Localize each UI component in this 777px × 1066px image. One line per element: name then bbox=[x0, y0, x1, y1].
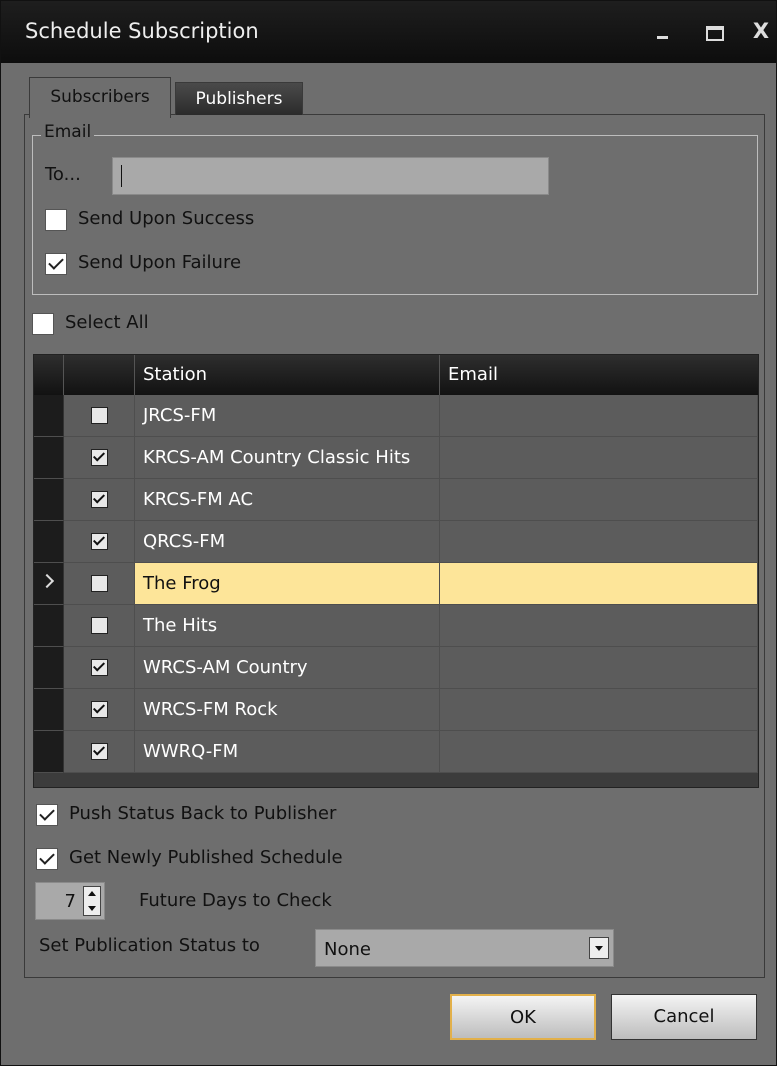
future-days-value: 7 bbox=[64, 891, 76, 912]
to-label: To... bbox=[45, 164, 81, 185]
station-cell[interactable]: KRCS-AM Country Classic Hits bbox=[135, 437, 440, 479]
check-column-header bbox=[64, 355, 135, 395]
push-status-label: Push Status Back to Publisher bbox=[69, 803, 337, 824]
send-upon-success-checkbox[interactable] bbox=[45, 209, 67, 231]
to-input[interactable] bbox=[112, 157, 549, 195]
tab-publishers[interactable]: Publishers bbox=[175, 82, 303, 115]
select-all-checkbox[interactable] bbox=[32, 313, 54, 335]
stations-grid: Station Email JRCS-FM KRCS-AM Country Cla… bbox=[33, 354, 759, 788]
row-checkbox-cell bbox=[64, 605, 135, 647]
row-checkbox[interactable] bbox=[91, 743, 108, 760]
station-cell[interactable]: QRCS-FM bbox=[135, 521, 440, 563]
station-cell[interactable]: JRCS-FM bbox=[135, 395, 440, 437]
table-row[interactable]: JRCS-FM bbox=[34, 395, 758, 437]
send-upon-failure-checkbox[interactable] bbox=[45, 253, 67, 275]
get-newly-published-label: Get Newly Published Schedule bbox=[69, 847, 343, 868]
email-cell[interactable] bbox=[440, 437, 758, 479]
email-cell[interactable] bbox=[440, 605, 758, 647]
row-indicator[interactable] bbox=[34, 563, 64, 605]
row-checkbox[interactable] bbox=[91, 659, 108, 676]
spinner-arrows-icon[interactable] bbox=[83, 886, 101, 916]
email-group-legend: Email bbox=[41, 122, 95, 142]
row-checkbox-cell bbox=[64, 521, 135, 563]
row-checkbox[interactable] bbox=[91, 701, 108, 718]
send-upon-success-label: Send Upon Success bbox=[78, 208, 255, 229]
row-indicator[interactable] bbox=[34, 647, 64, 689]
row-checkbox-cell bbox=[64, 731, 135, 773]
row-checkbox[interactable] bbox=[91, 407, 108, 424]
cancel-button[interactable]: Cancel bbox=[611, 994, 757, 1040]
row-checkbox[interactable] bbox=[91, 617, 108, 634]
table-row[interactable]: The Frog bbox=[34, 563, 758, 605]
row-indicator[interactable] bbox=[34, 521, 64, 563]
email-cell[interactable] bbox=[440, 647, 758, 689]
push-status-checkbox[interactable] bbox=[36, 804, 58, 826]
row-indicator[interactable] bbox=[34, 437, 64, 479]
email-cell[interactable] bbox=[440, 395, 758, 437]
current-row-arrow-icon bbox=[39, 573, 55, 589]
ok-button[interactable]: OK bbox=[450, 994, 596, 1040]
row-checkbox-cell bbox=[64, 647, 135, 689]
indicator-column-header bbox=[34, 355, 64, 395]
table-row[interactable]: QRCS-FM bbox=[34, 521, 758, 563]
row-checkbox-cell bbox=[64, 479, 135, 521]
email-column-header[interactable]: Email bbox=[440, 355, 758, 395]
table-row[interactable]: WRCS-AM Country bbox=[34, 647, 758, 689]
title-bar[interactable]: Schedule Subscription X bbox=[1, 1, 776, 63]
row-checkbox-cell bbox=[64, 563, 135, 605]
send-upon-failure-label: Send Upon Failure bbox=[78, 252, 242, 273]
row-checkbox-cell bbox=[64, 437, 135, 479]
row-indicator[interactable] bbox=[34, 689, 64, 731]
row-indicator[interactable] bbox=[34, 479, 64, 521]
publication-status-value: None bbox=[324, 939, 371, 960]
station-column-header[interactable]: Station bbox=[135, 355, 440, 395]
future-days-label: Future Days to Check bbox=[139, 890, 332, 911]
station-cell[interactable]: KRCS-FM AC bbox=[135, 479, 440, 521]
station-cell[interactable]: WRCS-FM Rock bbox=[135, 689, 440, 731]
email-cell[interactable] bbox=[440, 479, 758, 521]
grid-header: Station Email bbox=[34, 355, 758, 395]
publication-status-select[interactable]: None bbox=[315, 929, 614, 967]
row-checkbox[interactable] bbox=[91, 491, 108, 508]
row-checkbox[interactable] bbox=[91, 449, 108, 466]
email-cell[interactable] bbox=[440, 689, 758, 731]
select-all-label: Select All bbox=[65, 312, 149, 333]
row-indicator[interactable] bbox=[34, 731, 64, 773]
table-row[interactable]: KRCS-FM AC bbox=[34, 479, 758, 521]
close-icon[interactable]: X bbox=[746, 16, 776, 46]
table-row[interactable]: WRCS-FM Rock bbox=[34, 689, 758, 731]
email-cell[interactable] bbox=[440, 731, 758, 773]
minimize-icon[interactable] bbox=[647, 16, 677, 46]
row-indicator[interactable] bbox=[34, 605, 64, 647]
maximize-icon[interactable] bbox=[698, 16, 728, 46]
table-row[interactable]: WWRQ-FM bbox=[34, 731, 758, 773]
table-row[interactable]: The Hits bbox=[34, 605, 758, 647]
station-cell[interactable]: WRCS-AM Country bbox=[135, 647, 440, 689]
station-cell[interactable]: The Hits bbox=[135, 605, 440, 647]
schedule-subscription-dialog: Schedule Subscription X Subscribers Publ… bbox=[0, 0, 777, 1066]
window-title: Schedule Subscription bbox=[25, 19, 259, 43]
dropdown-arrow-icon[interactable] bbox=[589, 937, 609, 959]
tab-subscribers[interactable]: Subscribers bbox=[29, 77, 171, 118]
row-indicator[interactable] bbox=[34, 395, 64, 437]
email-cell[interactable] bbox=[440, 521, 758, 563]
station-cell[interactable]: WWRQ-FM bbox=[135, 731, 440, 773]
get-newly-published-checkbox[interactable] bbox=[36, 848, 58, 870]
row-checkbox[interactable] bbox=[91, 533, 108, 550]
row-checkbox-cell bbox=[64, 395, 135, 437]
row-checkbox[interactable] bbox=[91, 575, 108, 592]
future-days-stepper[interactable]: 7 bbox=[35, 882, 105, 920]
email-cell[interactable] bbox=[440, 563, 758, 605]
table-row[interactable]: KRCS-AM Country Classic Hits bbox=[34, 437, 758, 479]
publication-status-label: Set Publication Status to bbox=[39, 935, 260, 956]
station-cell[interactable]: The Frog bbox=[135, 563, 440, 605]
row-checkbox-cell bbox=[64, 689, 135, 731]
